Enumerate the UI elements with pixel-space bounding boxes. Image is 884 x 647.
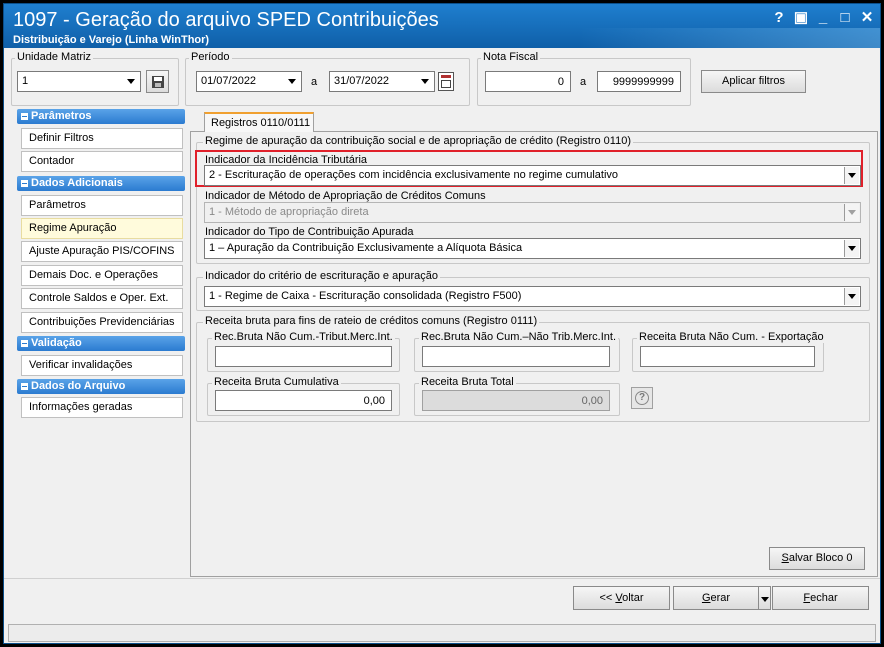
chevron-down-icon[interactable] [844,288,859,305]
criterio-group-title: Indicador do critério de escrituração e … [203,270,440,282]
rec-cum-label: Receita Bruta Cumulativa [212,376,341,388]
tipo-select[interactable]: 1 – Apuração da Contribuição Exclusivame… [204,238,861,259]
sidebar-item-regime-apuracao[interactable]: Regime Apuração [21,218,183,239]
incidencia-select[interactable]: 2 - Escrituração de operações com incidê… [204,165,861,186]
chevron-down-icon [761,597,769,602]
nota-label: Nota Fiscal [481,51,541,63]
sidebar-item-ajuste-apuracao[interactable]: Ajuste Apuração PIS/COFINS [21,241,183,262]
tab-registros[interactable]: Registros 0110/0111 [204,112,314,132]
rec-total-label: Receita Bruta Total [419,376,516,388]
save-icon[interactable] [146,70,169,93]
sidebar-head-parametros[interactable]: Parâmetros [17,109,185,124]
close-icon[interactable]: ✕ [856,7,878,29]
sidebar-item-contribuicoes[interactable]: Contribuições Previdenciárias [21,312,183,333]
nota-separator: a [580,76,587,88]
periodo-separator: a [311,76,318,88]
receita-group-title: Receita bruta para fins de rateio de cré… [203,315,540,327]
rec-total-input: 0,00 [422,390,610,411]
tipo-value: 1 – Apuração da Contribuição Exclusivame… [209,242,523,254]
sidebar-head-validacao[interactable]: Validação [17,336,185,351]
rec-nao-trib-input[interactable] [422,346,610,367]
rec-cum-value: 0,00 [363,395,385,407]
sidebar-head-dados-arquivo[interactable]: Dados do Arquivo [17,379,185,394]
periodo-start-value: 01/07/2022 [201,75,257,87]
nota-start-input[interactable]: 0 [485,71,571,92]
status-bar [8,624,876,642]
help-icon[interactable]: ? [768,7,790,29]
title-decoration [580,28,880,48]
footer-divider [4,578,880,579]
title-bar: 1097 - Geração do arquivo SPED Contribui… [4,4,880,48]
rec-trib-input[interactable] [215,346,392,367]
unidade-select[interactable]: 1 [17,71,141,92]
window-subtitle: Distribuição e Varejo (Linha WinThor) [13,34,210,46]
question-icon: ? [635,391,649,405]
criterio-select[interactable]: 1 - Regime de Caixa - Escrituração conso… [204,286,861,307]
calendar-icon[interactable] [438,72,454,91]
gerar-button[interactable]: Gerar [673,586,759,610]
nota-start-value: 0 [557,76,564,88]
rec-cum-input[interactable]: 0,00 [215,390,392,411]
gerar-dropdown[interactable] [758,586,771,610]
criterio-value: 1 - Regime de Caixa - Escrituração conso… [209,290,522,302]
restore-icon[interactable]: ▣ [790,7,812,29]
metodo-label: Indicador de Método de Apropriação de Cr… [205,190,486,202]
rec-trib-label: Rec.Bruta Não Cum.-Tribut.Merc.Int. [212,331,395,343]
sidebar-item-informacoes[interactable]: Informações geradas [21,397,183,418]
voltar-button[interactable]: << Voltar [573,586,670,610]
chevron-down-icon[interactable] [124,73,139,90]
sidebar-item-definir-filtros[interactable]: Definir Filtros [21,128,183,149]
periodo-start-picker[interactable]: 01/07/2022 [196,71,302,92]
rec-export-input[interactable] [640,346,815,367]
rec-export-label: Receita Bruta Não Cum. - Exportação [637,331,826,343]
chevron-down-icon[interactable] [844,240,859,257]
unidade-label: Unidade Matriz [15,51,93,63]
unidade-value: 1 [22,75,29,87]
chevron-down-icon[interactable] [844,167,859,184]
metodo-value: 1 - Método de apropriação direta [209,206,369,218]
sidebar-item-demais-doc[interactable]: Demais Doc. e Operações [21,265,183,286]
tipo-label: Indicador do Tipo de Contribuição Apurad… [205,226,414,238]
minimize-icon[interactable]: _ [812,7,834,29]
chevron-down-icon[interactable] [285,73,300,90]
sidebar-item-controle-saldos[interactable]: Controle Saldos e Oper. Ext. [21,288,183,309]
sidebar-item-parametros[interactable]: Parâmetros [21,195,183,216]
help-button[interactable]: ? [631,387,653,409]
metodo-select: 1 - Método de apropriação direta [204,202,861,223]
rec-nao-trib-label: Rec.Bruta Não Cum.–Não Trib.Merc.Int. [419,331,619,343]
incidencia-value: 2 - Escrituração de operações com incidê… [209,169,619,181]
chevron-down-icon [844,204,859,221]
sidebar-item-contador[interactable]: Contador [21,151,183,172]
sidebar-head-dados-adicionais[interactable]: Dados Adicionais [17,176,185,191]
main-window: 1097 - Geração do arquivo SPED Contribui… [3,3,881,644]
periodo-label: Período [189,51,232,63]
window-title: 1097 - Geração do arquivo SPED Contribui… [13,9,439,31]
periodo-end-picker[interactable]: 31/07/2022 [329,71,435,92]
maximize-icon[interactable]: □ [834,7,856,29]
nota-end-value: 9999999999 [612,76,674,88]
rec-total-value: 0,00 [581,395,603,407]
fechar-button[interactable]: Fechar [772,586,869,610]
regime-group-title: Regime de apuração da contribuição socia… [203,135,633,147]
salvar-bloco-button[interactable]: Salvar Bloco 0 [769,547,865,570]
periodo-end-value: 31/07/2022 [334,75,390,87]
chevron-down-icon[interactable] [418,73,433,90]
sidebar-item-verificar[interactable]: Verificar invalidações [21,355,183,376]
apply-filters-button[interactable]: Aplicar filtros [701,70,806,93]
nota-end-input[interactable]: 9999999999 [597,71,681,92]
